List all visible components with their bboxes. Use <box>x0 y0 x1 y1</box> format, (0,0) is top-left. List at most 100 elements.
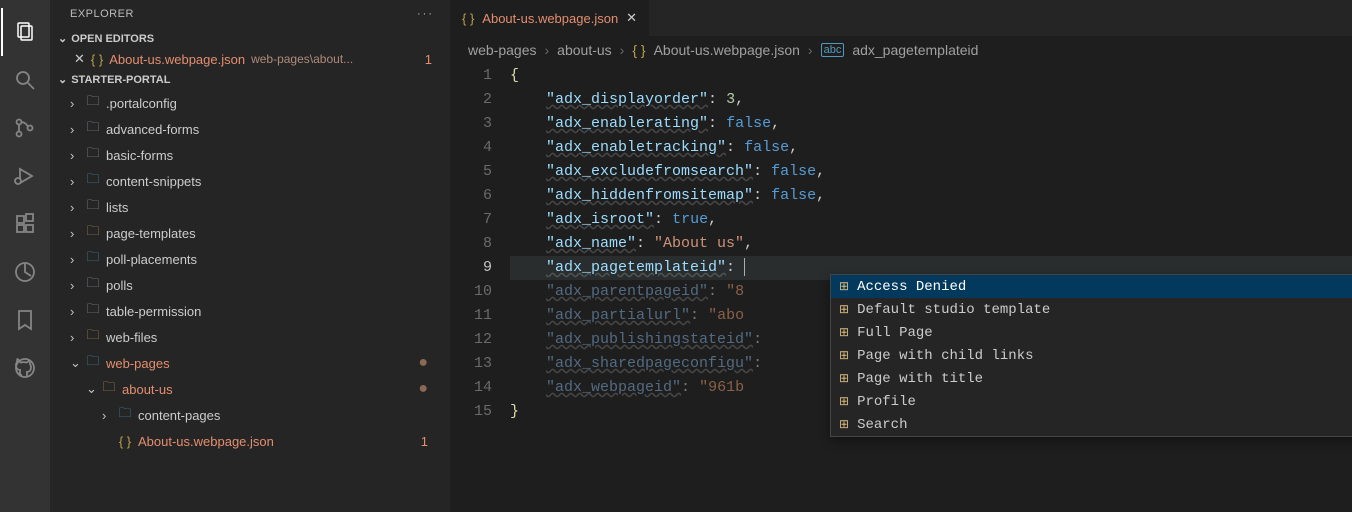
code-line[interactable]: "adx_enablerating": false, <box>510 112 1352 136</box>
chevron-down-icon: ⌄ <box>86 381 100 397</box>
code-line[interactable]: "adx_excludefromsearch": false, <box>510 160 1352 184</box>
editor-area: { } About-us.webpage.json ✕ web-pages › … <box>450 0 1352 512</box>
enum-icon: ⊞ <box>839 390 849 414</box>
tree-folder[interactable]: ›🗀 web-files <box>50 324 450 350</box>
open-editors-header[interactable]: ⌄ OPEN EDITORS <box>50 28 450 49</box>
json-icon: { } <box>91 52 103 67</box>
chevron-right-icon: › <box>70 96 84 111</box>
chevron-right-icon: › <box>70 278 84 293</box>
suggest-label: Search <box>857 413 907 437</box>
breadcrumb-item[interactable]: about-us <box>557 42 611 58</box>
breadcrumb-item[interactable]: adx_pagetemplateid <box>852 42 978 58</box>
suggest-item[interactable]: ⊞ Access Denied <box>831 275 1352 298</box>
tree-folder[interactable]: ›🗀advanced-forms <box>50 116 450 142</box>
close-icon[interactable]: ✕ <box>74 51 85 67</box>
tree-file-about-us-json[interactable]: { } About-us.webpage.json 1 <box>50 428 450 454</box>
chevron-right-icon: › <box>102 408 116 423</box>
breadcrumb-item[interactable]: web-pages <box>468 42 537 58</box>
enum-icon: ⊞ <box>839 275 849 299</box>
activity-bar <box>0 0 50 512</box>
code-line[interactable]: "adx_enabletracking": false, <box>510 136 1352 160</box>
tree-folder[interactable]: ›🗀page-templates <box>50 220 450 246</box>
activity-search-icon[interactable] <box>1 56 49 104</box>
open-editors-label: OPEN EDITORS <box>71 33 154 45</box>
folder-icon: 🗀 <box>84 170 102 192</box>
suggest-item[interactable]: ⊞Page with child links <box>831 344 1352 367</box>
tab-active[interactable]: { } About-us.webpage.json ✕ <box>450 0 650 36</box>
tree-label: About-us.webpage.json <box>138 434 274 449</box>
enum-icon: ⊞ <box>839 321 849 345</box>
tree-folder[interactable]: ›🗀table-permission <box>50 298 450 324</box>
tree-folder-web-pages[interactable]: ⌄ 🗀 web-pages ● <box>50 350 450 376</box>
chevron-right-icon: › <box>620 42 625 58</box>
code-editor[interactable]: 123456789101112131415 { "adx_displayorde… <box>450 64 1352 512</box>
folder-icon: 🗀 <box>84 144 102 166</box>
activity-power-icon[interactable] <box>1 248 49 296</box>
activity-files-icon[interactable] <box>1 8 49 56</box>
tab-bar: { } About-us.webpage.json ✕ <box>450 0 1352 36</box>
enum-icon: ⊞ <box>839 298 849 322</box>
tree-folder-about-us[interactable]: ⌄ 🗀 about-us ● <box>50 376 450 402</box>
tree-label: content-pages <box>138 408 220 423</box>
tree-folder-content-pages[interactable]: › 🗀 content-pages <box>50 402 450 428</box>
open-editor-item[interactable]: ✕ { } About-us.webpage.json web-pages\ab… <box>50 49 450 69</box>
tab-label: About-us.webpage.json <box>482 11 618 26</box>
enum-icon: ⊞ <box>839 413 849 437</box>
enum-icon: ⊞ <box>839 344 849 368</box>
open-file-dirty-badge: 1 <box>425 52 442 67</box>
tree-label: advanced-forms <box>106 122 199 137</box>
tree-folder[interactable]: ›🗀poll-placements <box>50 246 450 272</box>
suggest-item[interactable]: ⊞ Full Page <box>831 321 1352 344</box>
suggest-label: Profile <box>857 390 916 414</box>
tree-folder[interactable]: ›🗀polls <box>50 272 450 298</box>
tree-label: table-permission <box>106 304 201 319</box>
workspace-name: STARTER-PORTAL <box>71 74 170 86</box>
suggest-item[interactable]: ⊞ Profile <box>831 390 1352 413</box>
folder-icon: 🗀 <box>84 222 102 244</box>
close-icon[interactable]: ✕ <box>626 10 637 26</box>
tree-folder[interactable]: ›🗀.portalconfig <box>50 90 450 116</box>
more-icon[interactable]: ··· <box>417 8 434 20</box>
json-icon: { } <box>462 11 474 26</box>
activity-github-icon[interactable] <box>1 344 49 392</box>
suggest-item[interactable]: ⊞ Search <box>831 413 1352 436</box>
tree-label: poll-placements <box>106 252 197 267</box>
code-line[interactable]: "adx_displayorder": 3, <box>510 88 1352 112</box>
tree-folder[interactable]: ›🗀lists <box>50 194 450 220</box>
error-badge: 1 <box>421 434 442 449</box>
code-body[interactable]: { "adx_displayorder": 3, "adx_enablerati… <box>510 64 1352 512</box>
chevron-right-icon: › <box>70 330 84 345</box>
folder-open-icon: 🗀 <box>100 378 118 400</box>
json-icon: { } <box>632 42 645 58</box>
tree-label: web-files <box>106 330 157 345</box>
enum-icon: ⊞ <box>839 367 849 391</box>
sidebar-title: EXPLORER ··· <box>50 0 450 28</box>
breadcrumbs[interactable]: web-pages › about-us › { } About-us.webp… <box>450 36 1352 64</box>
code-line[interactable]: { <box>510 64 1352 88</box>
code-line[interactable]: "adx_isroot": true, <box>510 208 1352 232</box>
activity-extensions-icon[interactable] <box>1 200 49 248</box>
tree-folder[interactable]: ›🗀basic-forms <box>50 142 450 168</box>
json-icon: { } <box>116 434 134 449</box>
breadcrumb-item[interactable]: About-us.webpage.json <box>654 42 800 58</box>
suggest-widget[interactable]: ⊞Access Denied⊞Default studio template⊞F… <box>830 274 1352 437</box>
chevron-down-icon: ⌄ <box>70 355 84 371</box>
code-line[interactable]: "adx_name": "About us", <box>510 232 1352 256</box>
folder-icon: 🗀 <box>84 326 102 348</box>
suggest-item[interactable]: ⊞Default studio template <box>831 298 1352 321</box>
folder-icon: 🗀 <box>84 92 102 114</box>
tree-folder[interactable]: ›🗀content-snippets <box>50 168 450 194</box>
chevron-right-icon: › <box>70 148 84 163</box>
activity-debug-icon[interactable] <box>1 152 49 200</box>
suggest-label: Access Denied <box>857 275 966 299</box>
suggest-label: Full Page <box>857 321 933 345</box>
code-line[interactable]: "adx_hiddenfromsitemap": false, <box>510 184 1352 208</box>
tree-label: about-us <box>122 382 173 397</box>
suggest-item[interactable]: ⊞Page with title <box>831 367 1352 390</box>
folder-icon: 🗀 <box>84 300 102 322</box>
activity-scm-icon[interactable] <box>1 104 49 152</box>
tree-label: content-snippets <box>106 174 201 189</box>
chevron-down-icon: ⌄ <box>58 73 67 86</box>
activity-bookmark-icon[interactable] <box>1 296 49 344</box>
workspace-header[interactable]: ⌄ STARTER-PORTAL <box>50 69 450 90</box>
